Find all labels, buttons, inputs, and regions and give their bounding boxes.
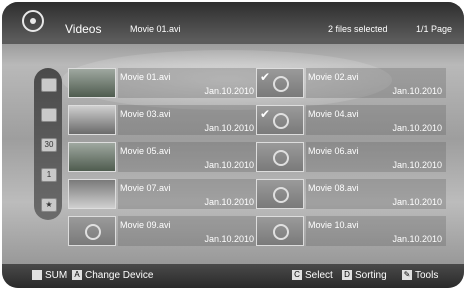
file-name: Movie 05.avi <box>120 146 171 156</box>
tools-icon: ✎ <box>402 270 412 281</box>
page-indicator: 1/1 Page <box>416 24 453 34</box>
sum-item[interactable]: SUM <box>32 270 67 281</box>
c-key-icon: C <box>292 270 302 281</box>
file-name: Movie 07.avi <box>120 183 171 193</box>
sorting-label: Sorting <box>355 270 387 281</box>
file-tile[interactable]: ✔ Movie 04.avi Jan.10.2010 <box>256 105 446 135</box>
film-reel-icon <box>273 224 289 240</box>
film-reel-icon <box>273 150 289 166</box>
star-icon[interactable]: ★ <box>41 198 57 212</box>
file-tile[interactable]: Movie 01.avi Jan.10.2010 <box>68 68 258 98</box>
file-date: Jan.10.2010 <box>204 123 254 133</box>
file-date: Jan.10.2010 <box>392 123 442 133</box>
change-device-button[interactable]: A Change Device <box>72 270 153 281</box>
file-tile[interactable]: Movie 06.avi Jan.10.2010 <box>256 142 446 172</box>
file-name: Movie 04.avi <box>308 109 359 119</box>
sum-label: SUM <box>45 270 68 281</box>
file-tile[interactable]: Movie 07.avi Jan.10.2010 <box>68 179 258 209</box>
file-date: Jan.10.2010 <box>392 86 442 96</box>
file-name: Movie 02.avi <box>308 72 359 82</box>
number-icon[interactable]: 1 <box>41 168 57 182</box>
sidebar: 30 1 ★ <box>34 68 62 220</box>
file-tile[interactable]: Movie 05.avi Jan.10.2010 <box>68 142 258 172</box>
header-bar: Videos Movie 01.avi 2 files selected 1/1… <box>2 2 464 44</box>
selection-status: 2 files selected <box>328 24 388 34</box>
file-name: Movie 10.avi <box>308 220 359 230</box>
select-label: Select <box>305 270 333 281</box>
film-reel-icon <box>273 187 289 203</box>
file-tile[interactable]: Movie 10.avi Jan.10.2010 <box>256 216 446 246</box>
a-key-icon: A <box>72 270 82 281</box>
file-name: Movie 08.avi <box>308 183 359 193</box>
film-reel-icon <box>273 76 289 92</box>
tools-button[interactable]: ✎ Tools <box>402 270 438 281</box>
video-thumbnail <box>68 142 116 172</box>
video-reel-icon <box>68 216 116 246</box>
film-reel-icon <box>85 224 101 240</box>
video-reel-icon: ✔ <box>256 68 304 98</box>
film-reel-icon <box>273 113 289 129</box>
check-icon: ✔ <box>260 107 271 121</box>
file-date: Jan.10.2010 <box>204 86 254 96</box>
file-name: Movie 06.avi <box>308 146 359 156</box>
video-reel-icon <box>256 216 304 246</box>
current-file-name: Movie 01.avi <box>130 24 181 34</box>
file-date: Jan.10.2010 <box>204 160 254 170</box>
footer-bar: SUM A Change Device C Select D Sorting ✎ Too… <box>2 264 464 288</box>
file-tile[interactable]: Movie 03.avi Jan.10.2010 <box>68 105 258 135</box>
file-tile[interactable]: Movie 09.avi Jan.10.2010 <box>68 216 258 246</box>
d-key-icon: D <box>342 270 352 281</box>
file-name: Movie 01.avi <box>120 72 171 82</box>
video-reel-icon: ✔ <box>256 105 304 135</box>
video-thumbnail <box>68 179 116 209</box>
file-date: Jan.10.2010 <box>392 197 442 207</box>
page-title: Videos <box>65 22 102 36</box>
file-name: Movie 09.avi <box>120 220 171 230</box>
check-icon: ✔ <box>260 70 271 84</box>
sum-icon <box>32 270 42 281</box>
change-device-label: Change Device <box>85 270 154 281</box>
videos-reel-icon <box>22 10 44 32</box>
select-button[interactable]: C Select <box>292 270 333 281</box>
image-icon[interactable] <box>41 108 57 122</box>
calendar-icon[interactable]: 30 <box>41 138 57 152</box>
file-date: Jan.10.2010 <box>392 234 442 244</box>
file-date: Jan.10.2010 <box>204 234 254 244</box>
folder-icon[interactable] <box>41 78 57 92</box>
sorting-button[interactable]: D Sorting <box>342 270 387 281</box>
video-thumbnail <box>68 68 116 98</box>
video-reel-icon <box>256 179 304 209</box>
file-tile[interactable]: ✔ Movie 02.avi Jan.10.2010 <box>256 68 446 98</box>
tools-label: Tools <box>415 270 439 281</box>
video-reel-icon <box>256 142 304 172</box>
file-name: Movie 03.avi <box>120 109 171 119</box>
media-browser-window: Videos Movie 01.avi 2 files selected 1/1… <box>2 2 464 288</box>
file-date: Jan.10.2010 <box>204 197 254 207</box>
file-tile[interactable]: Movie 08.avi Jan.10.2010 <box>256 179 446 209</box>
video-thumbnail <box>68 105 116 135</box>
file-date: Jan.10.2010 <box>392 160 442 170</box>
